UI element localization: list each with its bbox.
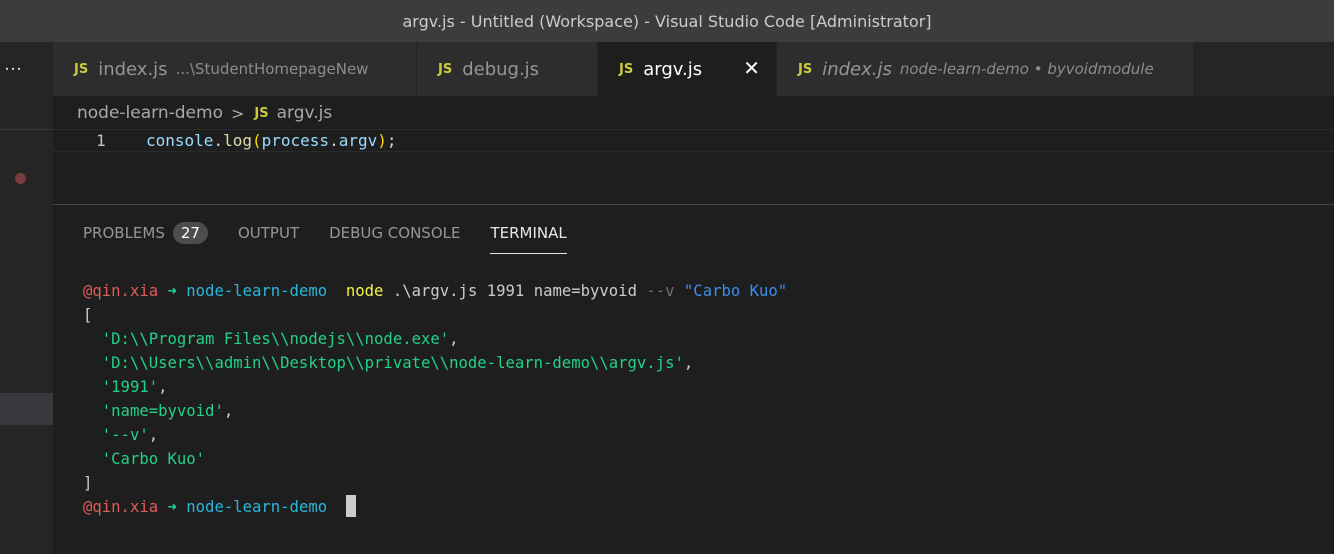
code-token-arg-property: argv xyxy=(338,131,378,150)
output-string: '1991' xyxy=(101,378,159,396)
terminal-cursor xyxy=(345,495,356,517)
tab-debug-js[interactable]: JS debug.js xyxy=(417,42,598,96)
tab-label: debug.js xyxy=(462,58,540,80)
output-comma: , xyxy=(148,426,159,444)
problems-count-badge: 27 xyxy=(172,222,208,244)
tab-output[interactable]: OUTPUT xyxy=(238,224,299,242)
command-quoted-arg: "Carbo Kuo" xyxy=(683,282,788,300)
code-token-paren-open: ( xyxy=(251,131,262,150)
output-comma: , xyxy=(683,354,694,372)
output-comma: , xyxy=(158,378,168,396)
command-file: .\argv.js xyxy=(392,282,478,300)
output-line: 'D:\\Program Files\\nodejs\\node.exe', xyxy=(83,327,1323,351)
js-file-icon: JS xyxy=(254,105,269,121)
chevron-right-icon: > xyxy=(230,103,245,123)
tab-description: node-learn-demo • byvoidmodule xyxy=(899,60,1154,78)
editor-tabs: JS index.js ...\StudentHomepageNew JS de… xyxy=(53,42,1334,96)
vscode-window: argv.js - Untitled (Workspace) - Visual … xyxy=(0,0,1334,554)
js-file-icon: JS xyxy=(438,61,453,77)
tab-problems-label: PROBLEMS xyxy=(83,224,165,242)
panel-divider xyxy=(53,204,1334,205)
command-arg: 1991 xyxy=(486,282,525,300)
breakpoint-dot-icon xyxy=(15,173,26,184)
prompt-directory: node-learn-demo xyxy=(186,282,328,300)
code-token-semicolon: ; xyxy=(386,131,397,150)
tab-problems[interactable]: PROBLEMS 27 xyxy=(83,222,208,244)
output-comma: , xyxy=(449,330,459,348)
terminal-output[interactable]: @qin.xia ➜ node-learn-demo node .\argv.j… xyxy=(83,279,1323,519)
output-line: '--v', xyxy=(83,423,1323,447)
output-line: 'D:\\Users\\admin\\Desktop\\private\\nod… xyxy=(83,351,1323,375)
command-name: node xyxy=(345,282,384,300)
tab-description: ...\StudentHomepageNew xyxy=(175,60,369,78)
code-token-paren-close: ) xyxy=(377,131,387,150)
tab-argv-js[interactable]: JS argv.js ✕ xyxy=(598,42,777,96)
output-string: 'D:\\Users\\admin\\Desktop\\private\\nod… xyxy=(101,354,684,372)
output-open-bracket: [ xyxy=(83,306,93,324)
panel-tabs: PROBLEMS 27 OUTPUT DEBUG CONSOLE TERMINA… xyxy=(83,218,597,254)
prompt-user: @qin.xia xyxy=(83,498,159,516)
tab-debug-console[interactable]: DEBUG CONSOLE xyxy=(329,224,460,242)
code-token-dot: . xyxy=(213,131,224,150)
tab-index-js-student[interactable]: JS index.js ...\StudentHomepageNew xyxy=(53,42,417,96)
code-line[interactable]: console.log(process.argv); xyxy=(146,131,397,150)
tab-index-js-node-learn[interactable]: JS index.js node-learn-demo • byvoidmodu… xyxy=(777,42,1194,96)
title-bar: argv.js - Untitled (Workspace) - Visual … xyxy=(0,0,1334,42)
tab-label: argv.js xyxy=(643,58,703,80)
window-title: argv.js - Untitled (Workspace) - Visual … xyxy=(402,11,932,31)
breadcrumb-folder[interactable]: node-learn-demo xyxy=(77,103,223,123)
output-string: 'name=byvoid' xyxy=(101,402,224,420)
code-token-function: log xyxy=(223,131,252,150)
output-comma: , xyxy=(223,402,234,420)
sidebar-selected-item[interactable] xyxy=(0,393,53,425)
prompt-arrow-icon: ➜ xyxy=(167,282,177,300)
tab-label: index.js xyxy=(822,58,892,80)
output-string: '--v' xyxy=(101,426,149,444)
output-line: 'Carbo Kuo' xyxy=(83,447,1323,471)
breadcrumb-file[interactable]: argv.js xyxy=(277,103,333,123)
close-icon[interactable]: ✕ xyxy=(743,56,760,80)
output-line: 'name=byvoid', xyxy=(83,399,1323,423)
tab-label: index.js xyxy=(98,58,168,80)
output-string: 'Carbo Kuo' xyxy=(101,450,206,468)
breadcrumb: node-learn-demo > JS argv.js xyxy=(77,100,332,126)
terminal-prompt-line: @qin.xia ➜ node-learn-demo xyxy=(83,495,1323,519)
command-flag: --v xyxy=(646,282,675,300)
command-arg: name=byvoid xyxy=(533,282,637,300)
code-token-arg-object: process xyxy=(261,131,330,150)
prompt-directory: node-learn-demo xyxy=(186,498,328,516)
output-line: '1991', xyxy=(83,375,1323,399)
line-number: 1 xyxy=(96,131,106,150)
js-file-icon: JS xyxy=(74,61,89,77)
prompt-arrow-icon: ➜ xyxy=(167,498,177,516)
prompt-user: @qin.xia xyxy=(83,282,159,300)
sidebar: … xyxy=(0,42,53,554)
sidebar-divider xyxy=(0,129,53,130)
terminal-command-line: @qin.xia ➜ node-learn-demo node .\argv.j… xyxy=(83,279,1323,303)
js-file-icon: JS xyxy=(619,61,634,77)
more-actions-icon[interactable]: … xyxy=(0,54,57,75)
output-close-bracket: ] xyxy=(83,474,93,492)
output-string: 'D:\\Program Files\\nodejs\\node.exe' xyxy=(101,330,450,348)
code-token-dot: . xyxy=(329,131,339,150)
code-token-object: console xyxy=(146,131,214,150)
js-file-icon: JS xyxy=(798,61,813,77)
tab-terminal[interactable]: TERMINAL xyxy=(490,224,568,254)
